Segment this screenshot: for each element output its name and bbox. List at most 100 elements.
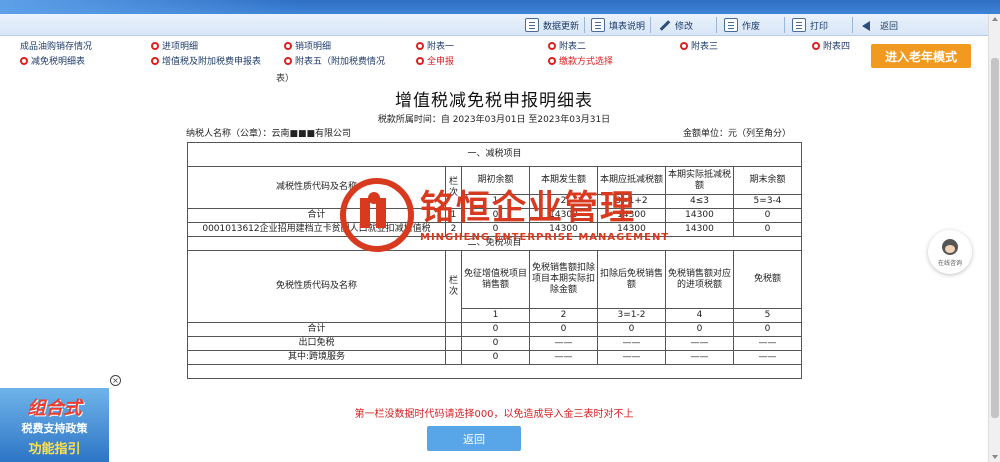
top-header-band — [0, 0, 1000, 14]
cell-value: 0 — [597, 322, 666, 337]
cell-value[interactable]: 14300 — [665, 222, 734, 237]
cell-value: —— — [597, 336, 666, 351]
col-header-name: 免税性质代码及名称 — [187, 250, 446, 323]
gear-icon — [416, 41, 424, 50]
nav-schedule-3[interactable]: 附表三 — [680, 39, 718, 52]
cell-value: 0 — [461, 322, 530, 337]
gear-icon — [416, 56, 424, 65]
formula-c4: 4 — [665, 308, 734, 323]
nav-input-details[interactable]: 进项明细 — [151, 39, 198, 52]
formula-c5: 5=3-4 — [732, 194, 803, 209]
nav-output-details[interactable]: 销项明细 — [284, 39, 331, 52]
toolbar-divider — [716, 17, 717, 33]
formula-c2: 2 — [529, 308, 598, 323]
cell-value[interactable]: 14300 — [665, 208, 734, 223]
back-arrow-icon — [862, 18, 876, 32]
cell-value: 14300 — [597, 222, 666, 237]
cell-value: —— — [665, 350, 734, 365]
cell-value[interactable]: 0 — [461, 208, 530, 223]
ad-close-icon[interactable]: × — [110, 375, 121, 386]
col-header-c4: 本期实际抵减税额 — [665, 166, 734, 195]
cell-value: 0 — [529, 322, 598, 337]
gear-icon — [151, 56, 159, 65]
nav-schedule-4[interactable]: 附表四 — [812, 39, 850, 52]
formula-c1: 1 — [461, 308, 530, 323]
scroll-down-icon[interactable] — [992, 455, 998, 459]
section-title-reduction: 一、减税项目 — [186, 142, 803, 167]
cell-value: 0 — [732, 222, 803, 237]
row-line — [445, 350, 462, 365]
cell-value: —— — [597, 350, 666, 365]
update-data-button[interactable]: 数据更新 — [525, 16, 579, 34]
table-row: 合计 1 0 14300 14300 14300 0 — [187, 208, 803, 223]
nav-full-declaration[interactable]: 全申报 — [416, 54, 454, 67]
row-name: 出口免税 — [187, 336, 446, 351]
return-button[interactable]: 返回 — [427, 426, 521, 451]
cell-value: 0 — [665, 322, 734, 337]
gear-icon — [20, 56, 28, 65]
toolbar-divider — [650, 17, 651, 33]
col-header-line: 栏次 — [445, 250, 462, 323]
row-line — [445, 336, 462, 351]
scroll-thumb[interactable] — [991, 58, 999, 418]
nav-schedule-1[interactable]: 附表一 — [416, 39, 454, 52]
cell-value: —— — [665, 336, 734, 351]
col-header-c2: 本期发生额 — [529, 166, 598, 195]
tax-period: 税款所属时间：自 2023年03月01日 至2023年03月31日 — [377, 115, 611, 125]
edit-button[interactable]: 修改 — [657, 16, 693, 34]
wrapped-nav-text: 表） — [276, 74, 295, 84]
online-consult-button[interactable]: 在线咨询 — [928, 230, 972, 274]
scroll-up-icon[interactable] — [992, 17, 998, 21]
row-name: 其中:跨境服务 — [187, 350, 446, 365]
cell-value[interactable]: 14300 — [529, 208, 598, 223]
nav-schedule-2[interactable]: 附表二 — [548, 39, 586, 52]
formula-c1: 1 — [461, 194, 530, 209]
edit-icon — [657, 18, 671, 32]
gear-icon — [284, 56, 292, 65]
toolbar: 数据更新 填表说明 修改 作废 打印 返回 — [0, 14, 988, 36]
nav-oil-inventory[interactable]: 成品油购销存情况 — [20, 39, 92, 52]
cell-value[interactable]: 14300 — [529, 222, 598, 237]
banner-line-3: 功能指引 — [28, 442, 81, 457]
form-nav: 成品油购销存情况 进项明细 销项明细 附表一 附表二 附表三 附表四 减免税明细… — [0, 36, 988, 68]
nav-tax-reduction-detail[interactable]: 减免税明细表 — [20, 54, 85, 67]
cell-value[interactable]: 0 — [461, 350, 530, 365]
nav-schedule-5[interactable]: 附表五（附加税费情况 — [284, 54, 385, 67]
cell-value: 14300 — [597, 208, 666, 223]
policy-guide-banner[interactable]: 组合式 税费支持政策 功能指引 — [0, 388, 109, 462]
cell-value: —— — [529, 350, 598, 365]
section-title-exemption: 二、免税项目 — [186, 236, 803, 251]
vertical-scrollbar[interactable] — [988, 14, 1000, 462]
table-row: 合计 0 0 0 0 0 — [187, 322, 803, 337]
col-header-line: 栏次 — [445, 166, 462, 209]
back-button[interactable]: 返回 — [862, 16, 898, 34]
print-button[interactable]: 打印 — [792, 16, 828, 34]
update-icon — [525, 18, 539, 32]
amount-unit: 金额单位：元（列至角分） — [683, 129, 792, 139]
col-header-c1: 期初余额 — [461, 166, 530, 195]
col-header-c1: 免征增值税项目销售额 — [461, 250, 530, 309]
row-name[interactable]: 0001013612企业招用建档立卡贫困人口就业扣减增值税 — [187, 222, 446, 237]
void-button[interactable]: 作废 — [724, 16, 760, 34]
cell-value[interactable]: 0 — [461, 222, 530, 237]
cell-value[interactable]: 0 — [461, 336, 530, 351]
row-name: 合计 — [187, 208, 446, 223]
warning-notice: 第一栏没数据时代码请选择000，以免造成导入金三表时对不上 — [354, 409, 634, 420]
header-decoration — [0, 0, 300, 14]
nav-payment-method[interactable]: 缴款方式选择 — [548, 54, 613, 67]
col-header-c3: 本期应抵减税额 — [597, 166, 666, 195]
cell-value: 0 — [732, 322, 803, 337]
toolbar-divider — [784, 17, 785, 33]
col-header-c3: 扣除后免税销售额 — [597, 250, 666, 309]
formula-c2: 2 — [529, 194, 598, 209]
nav-vat-return[interactable]: 增值税及附加税费申报表 — [151, 54, 261, 67]
row-line — [445, 322, 462, 337]
cell-value: —— — [732, 350, 803, 365]
instructions-button[interactable]: 填表说明 — [591, 16, 645, 34]
delete-icon — [724, 18, 738, 32]
elderly-mode-button[interactable]: 进入老年模式 — [871, 44, 971, 68]
table-row: 0001013612企业招用建档立卡贫困人口就业扣减增值税 2 0 14300 … — [187, 222, 803, 237]
cell-value: —— — [529, 336, 598, 351]
toolbar-divider — [852, 17, 853, 33]
banner-line-2: 税费支持政策 — [21, 422, 88, 435]
